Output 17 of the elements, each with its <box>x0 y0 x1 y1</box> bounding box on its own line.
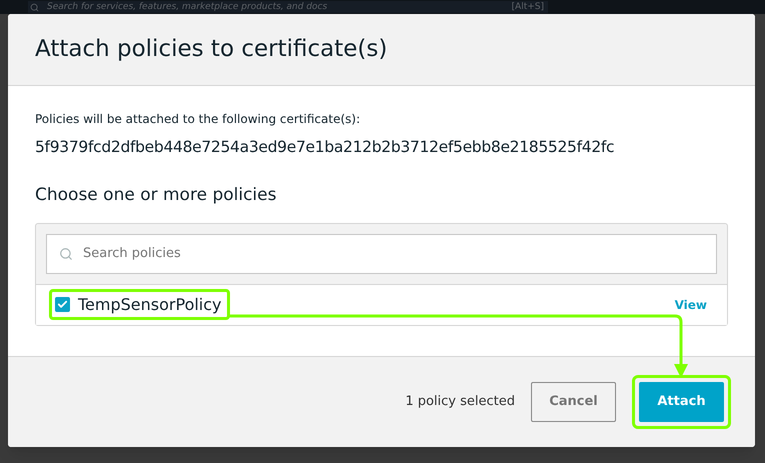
search-icon <box>59 246 73 261</box>
policy-checkbox[interactable] <box>55 297 70 312</box>
view-link[interactable]: View <box>674 296 707 314</box>
certificate-id: 5f9379fcd2dfbeb448e7254a3ed9e7e1ba212b2b3712ef5ebb8e2185525f42fc <box>35 137 616 158</box>
search-icon <box>30 2 39 12</box>
attach-button[interactable]: Attach <box>639 382 724 422</box>
shortcut-hint: [Alt+S] <box>512 2 545 12</box>
policy-name: TempSensorPolicy <box>78 294 223 316</box>
search-field[interactable]: Search policies <box>46 234 717 274</box>
search-input[interactable]: Search policies <box>83 244 704 264</box>
section-title: Choose one or more policies <box>35 184 278 208</box>
dialog-title: Attach policies to certificate(s) <box>35 35 388 64</box>
selection-summary: 1 policy selected <box>405 393 515 412</box>
service-search-field[interactable]: Search for services, features, marketplace products, and docs [Alt+S] <box>28 1 548 13</box>
cancel-button[interactable]: Cancel <box>531 382 616 422</box>
intro-text: Policies will be attached to the following certificate(s): <box>35 111 362 128</box>
check-icon <box>57 299 68 310</box>
